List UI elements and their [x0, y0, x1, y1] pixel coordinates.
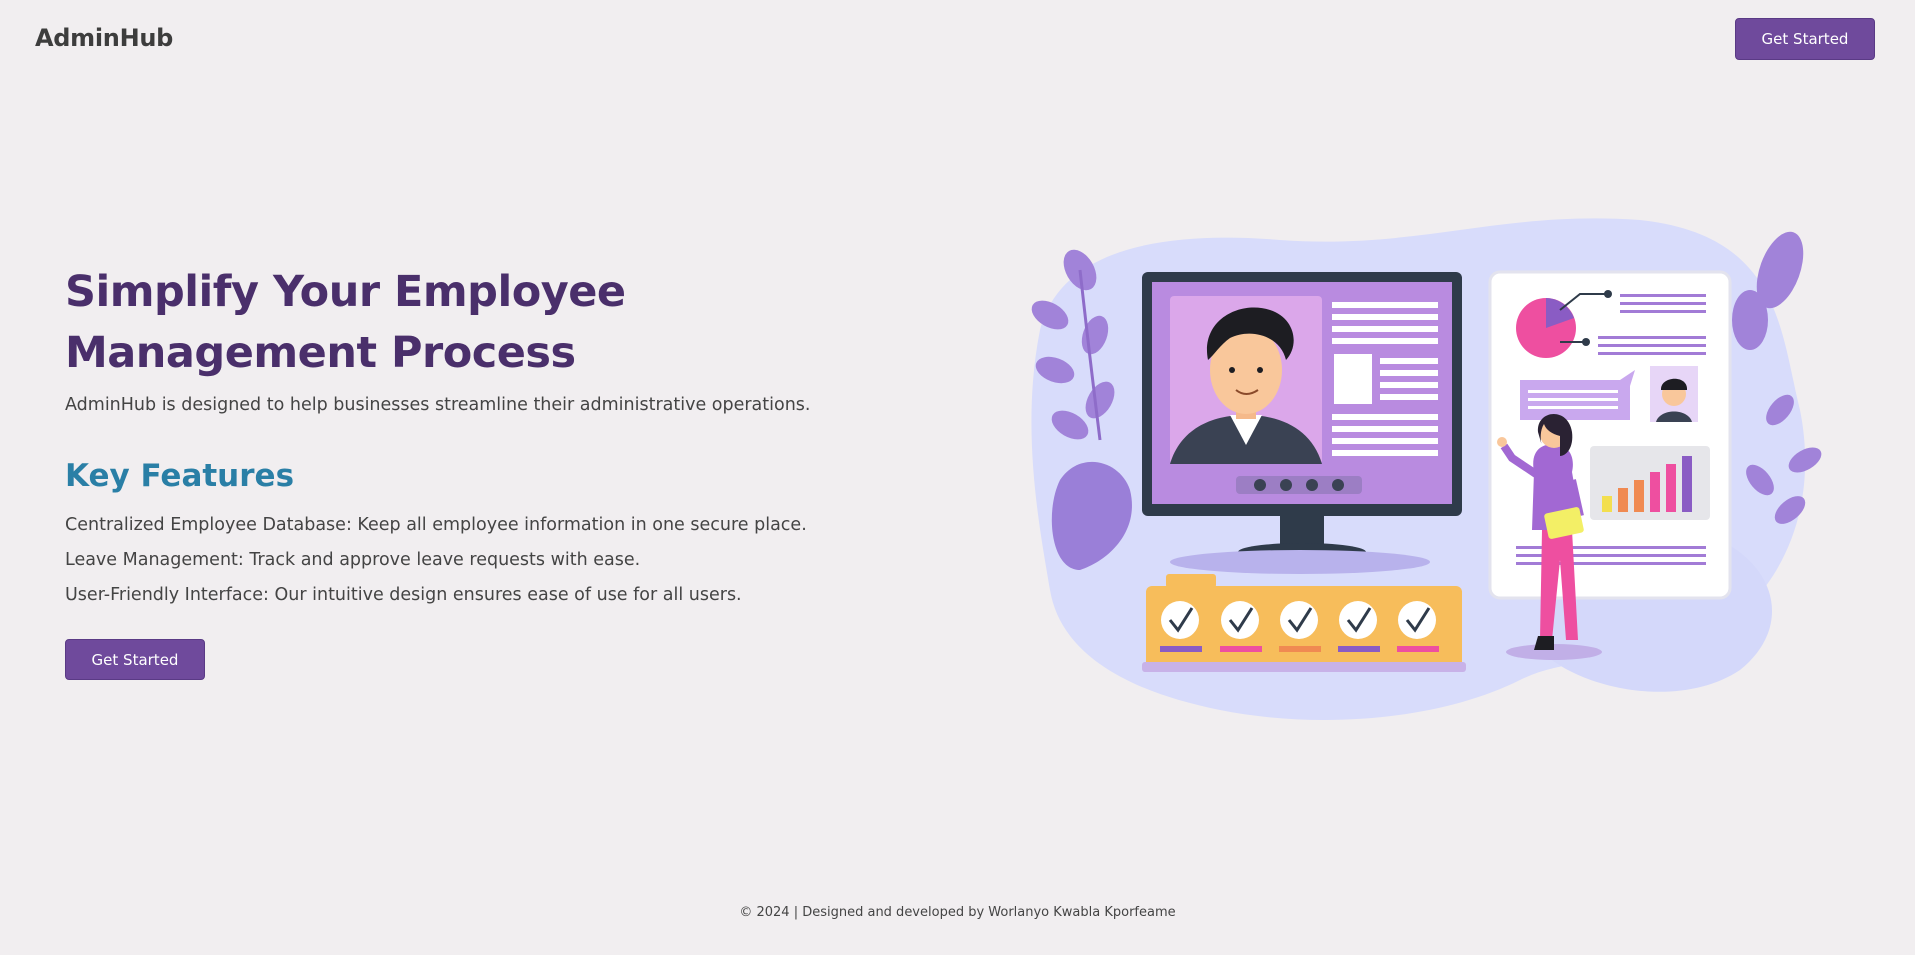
hero-subtitle: AdminHub is designed to help businesses …: [65, 395, 811, 415]
brand-logo[interactable]: AdminHub: [35, 24, 173, 52]
header-get-started-button[interactable]: Get Started: [1735, 18, 1875, 60]
key-features-title: Key Features: [65, 458, 295, 494]
hero-get-started-button[interactable]: Get Started: [65, 639, 205, 680]
feature-item: User-Friendly Interface: Our intuitive d…: [65, 585, 742, 605]
feature-item: Centralized Employee Database: Keep all …: [65, 515, 807, 535]
footer-text: © 2024 | Designed and developed by Worla…: [739, 905, 1176, 920]
feature-item: Leave Management: Track and approve leav…: [65, 550, 641, 570]
hero-title: Simplify Your Employee Management Proces…: [65, 267, 626, 378]
employee-management-illustration: [1031, 218, 1822, 720]
